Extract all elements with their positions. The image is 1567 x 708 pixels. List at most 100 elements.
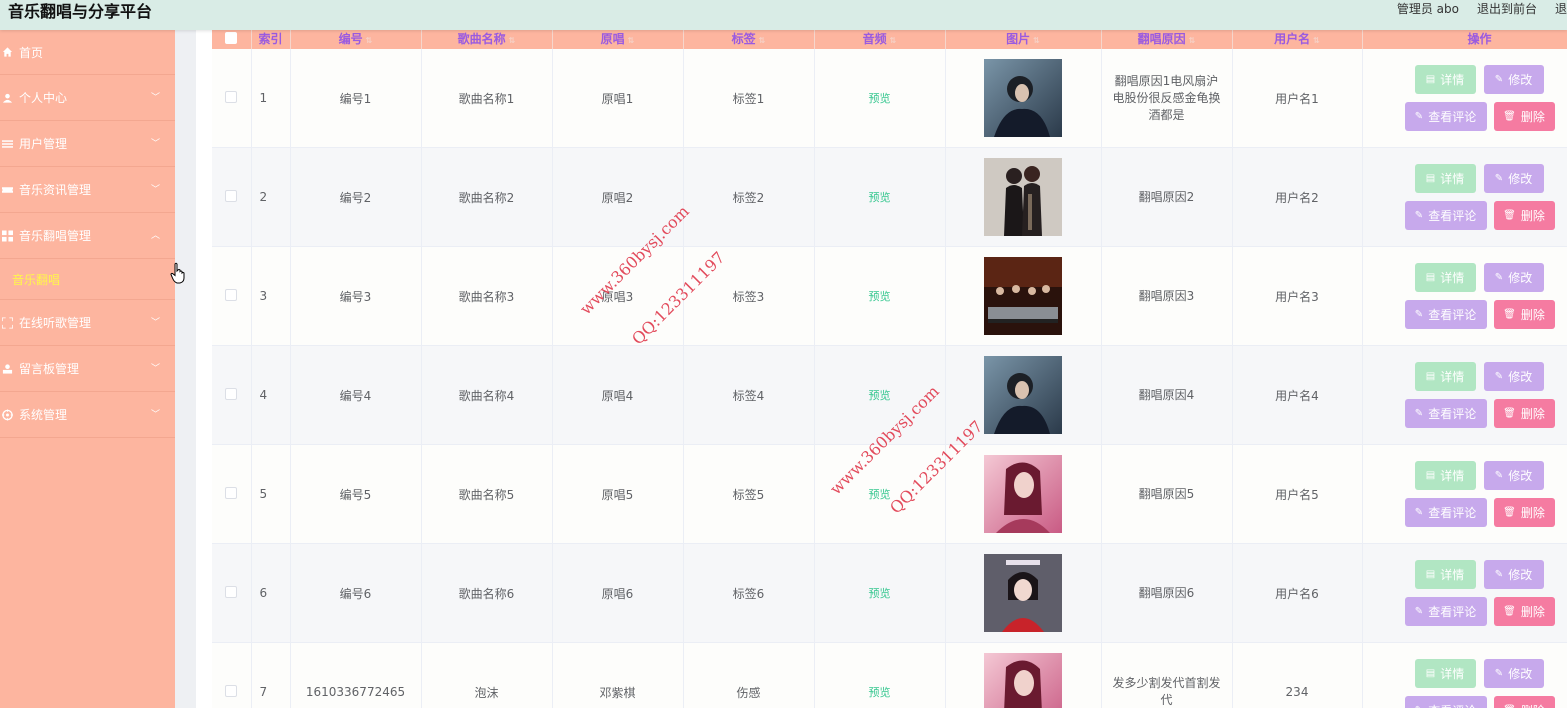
audio-preview-link[interactable]: 预览 — [869, 290, 891, 303]
sidebar-item-listen[interactable]: 在线听歌管理 ﹀ — [0, 300, 175, 346]
col-reason[interactable]: 翻唱原因 ⇅ — [1101, 30, 1233, 49]
delete-button[interactable]: 🗑删除 — [1493, 399, 1555, 428]
delete-button[interactable]: 🗑删除 — [1493, 498, 1555, 527]
delete-button[interactable]: 🗑删除 — [1493, 597, 1555, 626]
audio-preview-link[interactable]: 预览 — [869, 587, 891, 600]
col-label: 标签 — [731, 32, 756, 46]
col-code[interactable]: 编号 ⇅ — [290, 30, 422, 49]
sidebar-item-news[interactable]: 音乐资讯管理 ﹀ — [0, 167, 175, 213]
row-select-cell[interactable] — [212, 543, 252, 643]
row-checkbox[interactable] — [225, 90, 238, 103]
col-tag[interactable]: 标签 ⇅ — [683, 30, 815, 49]
button-label: 详情 — [1440, 271, 1465, 285]
back-to-front-link[interactable]: 退出到前台 — [1477, 0, 1537, 16]
audio-preview-link[interactable]: 预览 — [869, 389, 891, 402]
sort-icon[interactable]: ⇅ — [509, 36, 516, 45]
audio-preview-link[interactable]: 预览 — [869, 686, 891, 699]
sidebar-item-cover[interactable]: 音乐翻唱管理 ︿ — [0, 213, 175, 259]
detail-button[interactable]: ▤ 详情 — [1414, 560, 1476, 589]
view-comments-button[interactable]: ✎查看评论 — [1404, 498, 1487, 527]
trash-icon: 🗑 — [1503, 111, 1516, 122]
row-checkbox[interactable] — [225, 189, 238, 202]
audio-preview-link[interactable]: 预览 — [869, 92, 891, 105]
cell-index: 3 — [251, 246, 291, 346]
view-comments-button[interactable]: ✎查看评论 — [1404, 102, 1487, 131]
edit-button[interactable]: ✎ 修改 — [1483, 65, 1544, 94]
edit-button[interactable]: ✎ 修改 — [1483, 362, 1544, 391]
edit-icon: ✎ — [1494, 668, 1504, 679]
view-comments-button[interactable]: ✎查看评论 — [1404, 201, 1487, 230]
delete-button[interactable]: 🗑删除 — [1493, 696, 1555, 708]
cell-song: 歌曲名称4 — [421, 345, 553, 445]
col-username[interactable]: 用户名 ⇅ — [1232, 30, 1363, 49]
sidebar-item-home[interactable]: 首页 — [0, 30, 175, 75]
col-audio[interactable]: 音频 ⇅ — [814, 30, 946, 49]
edit-button[interactable]: ✎ 修改 — [1483, 560, 1544, 589]
cell-original: 原唱3 — [552, 246, 684, 346]
row-checkbox[interactable] — [225, 387, 238, 400]
select-all-checkbox[interactable] — [225, 32, 238, 44]
delete-button[interactable]: 🗑删除 — [1493, 300, 1555, 329]
row-select-cell[interactable] — [212, 246, 252, 346]
select-all-cell[interactable] — [212, 30, 252, 49]
submenu-item-cover[interactable]: 音乐翻唱 — [0, 259, 175, 300]
row-select-cell[interactable] — [212, 642, 252, 708]
cell-original: 原唱4 — [552, 345, 684, 445]
edit-button[interactable]: ✎ 修改 — [1483, 461, 1544, 490]
row-select-cell[interactable] — [212, 444, 252, 544]
hand-cursor-icon — [170, 262, 185, 284]
detail-button[interactable]: ▤ 详情 — [1414, 164, 1476, 193]
sort-icon[interactable]: ⇅ — [890, 36, 897, 45]
table-row: 2 编号2 歌曲名称2 原唱2 标签2 预览 翻唱原因2 用户名2 ▤ 详情 ✎ 修改 ✎ 查看评论 🗑 删除 — [212, 147, 1567, 247]
document-icon: ▤ — [1425, 569, 1436, 580]
view-comments-button[interactable]: ✎查看评论 — [1404, 597, 1487, 626]
row-checkbox[interactable] — [225, 684, 238, 697]
row-select-cell[interactable] — [212, 147, 252, 247]
col-original[interactable]: 原唱 ⇅ — [552, 30, 684, 49]
row-checkbox[interactable] — [225, 486, 238, 499]
view-comments-button[interactable]: ✎查看评论 — [1404, 300, 1487, 329]
row-checkbox[interactable] — [225, 288, 238, 301]
audio-preview-link[interactable]: 预览 — [869, 191, 891, 204]
edit-button[interactable]: ✎ 修改 — [1483, 164, 1544, 193]
col-image[interactable]: 图片 ⇅ — [945, 30, 1102, 49]
row-actions: ▤ 详情 ✎ 修改 ✎ 查看评论 🗑 删除 — [1363, 544, 1567, 642]
settings-icon — [2, 409, 13, 420]
trash-icon: 🗑 — [1503, 507, 1516, 518]
sort-icon[interactable]: ⇅ — [1033, 36, 1040, 45]
sort-icon[interactable]: ⇅ — [366, 36, 373, 45]
detail-button[interactable]: ▤ 详情 — [1414, 263, 1476, 292]
detail-button[interactable]: ▤ 详情 — [1414, 461, 1476, 490]
audio-preview-link[interactable]: 预览 — [869, 488, 891, 501]
view-comments-button[interactable]: ✎查看评论 — [1404, 696, 1487, 708]
sidebar-item-profile[interactable]: 个人中心 ﹀ — [0, 75, 175, 121]
sidebar-item-label: 个人中心 — [19, 91, 68, 105]
cell-image — [945, 49, 1102, 148]
view-comments-button[interactable]: ✎查看评论 — [1404, 399, 1487, 428]
detail-button[interactable]: ▤ 详情 — [1414, 65, 1476, 94]
row-select-cell[interactable] — [212, 49, 252, 148]
sidebar-item-messages[interactable]: 留言板管理 ﹀ — [0, 346, 175, 392]
logout-link[interactable]: 退 — [1555, 0, 1567, 16]
cover-image — [984, 455, 1062, 533]
sort-icon[interactable]: ⇅ — [1189, 36, 1196, 45]
button-label: 查看评论 — [1428, 605, 1477, 619]
button-label: 查看评论 — [1428, 702, 1476, 708]
delete-button[interactable]: 🗑删除 — [1493, 201, 1555, 230]
cell-username: 用户名6 — [1232, 543, 1363, 643]
detail-button[interactable]: ▤ 详情 — [1414, 362, 1476, 391]
row-checkbox[interactable] — [225, 585, 238, 598]
sort-icon[interactable]: ⇅ — [628, 36, 635, 45]
row-select-cell[interactable] — [212, 345, 252, 445]
sidebar-item-system[interactable]: 系统管理 ﹀ — [0, 392, 175, 438]
sort-icon[interactable]: ⇅ — [759, 36, 766, 45]
delete-button[interactable]: 🗑删除 — [1493, 102, 1555, 131]
detail-button[interactable]: ▤ 详情 — [1414, 659, 1476, 688]
edit-button[interactable]: ✎ 修改 — [1483, 659, 1544, 688]
col-song[interactable]: 歌曲名称 ⇅ — [421, 30, 553, 49]
edit-icon: ✎ — [1494, 173, 1504, 184]
sort-icon[interactable]: ⇅ — [1313, 36, 1320, 45]
edit-button[interactable]: ✎ 修改 — [1483, 263, 1544, 292]
button-label: 修改 — [1508, 568, 1533, 582]
sidebar-item-users[interactable]: 用户管理 ﹀ — [0, 121, 175, 167]
